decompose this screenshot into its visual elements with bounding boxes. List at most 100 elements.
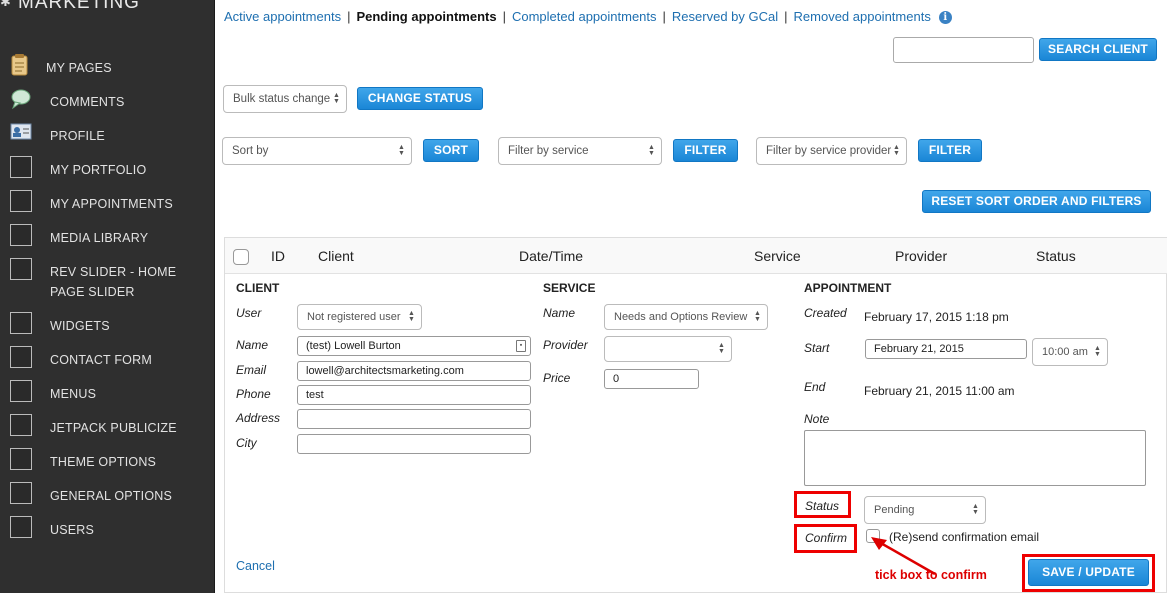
appointment-edit-panel: ID Client Date/Time Service Provider Sta… — [224, 237, 1167, 593]
sidebar-item-rev-slider[interactable]: REV SLIDER - HOME PAGE SLIDER — [0, 258, 215, 302]
tab-removed-appointments[interactable]: Removed appointments — [794, 9, 931, 24]
search-client-button[interactable]: SEARCH CLIENT — [1039, 38, 1157, 61]
client-name-input[interactable]: (test) Lowell Burton ▪ — [297, 336, 531, 356]
client-phone-input[interactable]: test — [297, 385, 531, 405]
note-textarea[interactable] — [804, 430, 1146, 486]
sidebar-item-label: COMMENTS — [50, 95, 125, 109]
client-name-value: (test) Lowell Burton — [306, 340, 401, 352]
column-date-time[interactable]: Date/Time — [519, 248, 583, 264]
sidebar-item-users[interactable]: USERS — [0, 516, 215, 540]
user-select[interactable]: Not registered user ▲ ▼ — [297, 304, 422, 330]
column-status[interactable]: Status — [1036, 248, 1076, 264]
sidebar-item-label: GENERAL OPTIONS — [50, 489, 173, 503]
bulk-status-select[interactable]: Bulk status change ▲ ▼ — [223, 85, 347, 113]
user-select-value: Not registered user — [307, 311, 401, 323]
service-name-select-value: Needs and Options Review — [614, 311, 748, 323]
sidebar-item-my-portfolio[interactable]: MY PORTFOLIO — [0, 156, 215, 180]
filter-by-provider-select[interactable]: Filter by service provider ▲ ▼ — [756, 137, 907, 165]
sidebar-item-widgets[interactable]: WIDGETS — [0, 312, 215, 336]
info-icon[interactable]: i — [938, 11, 952, 24]
sidebar-item-label: WIDGETS — [50, 319, 110, 333]
filter-service-button[interactable]: FILTER — [673, 139, 738, 162]
sidebar-item-profile[interactable]: PROFILE — [0, 122, 215, 146]
placeholder-icon — [10, 312, 32, 334]
start-time-select[interactable]: 10:00 am ▲ ▼ — [1032, 338, 1108, 366]
sidebar-item-comments[interactable]: COMMENTS — [0, 88, 215, 112]
column-client[interactable]: Client — [318, 248, 354, 264]
sidebar-item-label: MY PORTFOLIO — [50, 163, 147, 177]
select-arrows-icon: ▲ ▼ — [893, 144, 900, 157]
created-label: Created — [804, 306, 847, 320]
confirm-highlight-box — [794, 524, 857, 553]
placeholder-icon — [10, 380, 32, 402]
brand-title: MARKETING — [18, 0, 140, 13]
end-value: February 21, 2015 11:00 am — [864, 384, 1015, 398]
status-highlight-box — [794, 491, 851, 518]
client-email-input[interactable]: lowell@architectsmarketing.com — [297, 361, 531, 381]
tab-separator: | — [662, 9, 666, 24]
notepad-icon — [10, 54, 32, 76]
sort-by-select-value: Sort by — [232, 145, 269, 157]
table-header: ID Client Date/Time Service Provider Sta… — [225, 238, 1167, 274]
search-client-input[interactable] — [893, 37, 1034, 63]
sidebar-item-label: JETPACK PUBLICIZE — [50, 421, 177, 435]
sidebar-item-my-appointments[interactable]: MY APPOINTMENTS — [0, 190, 215, 214]
start-time-select-value: 10:00 am — [1042, 346, 1088, 358]
sidebar-item-media-library[interactable]: MEDIA LIBRARY — [0, 224, 215, 248]
sort-button[interactable]: SORT — [423, 139, 479, 162]
note-label: Note — [804, 412, 830, 426]
select-arrows-icon: ▲ ▼ — [398, 144, 405, 157]
phone-label: Phone — [236, 387, 271, 401]
filter-provider-button[interactable]: FILTER — [918, 139, 982, 162]
sidebar-item-my-pages[interactable]: MY PAGES — [0, 54, 215, 78]
appointment-tabs: Active appointments | Pending appointments… — [224, 9, 952, 24]
appointment-section-title: APPOINTMENT — [804, 281, 892, 295]
save-update-button[interactable]: SAVE / UPDATE — [1028, 559, 1149, 586]
address-label: Address — [236, 411, 281, 425]
name-label: Name — [236, 338, 269, 352]
column-service[interactable]: Service — [754, 248, 801, 264]
sidebar-item-label: MENUS — [50, 387, 97, 401]
column-id[interactable]: ID — [271, 248, 285, 264]
tab-completed-appointments[interactable]: Completed appointments — [512, 9, 657, 24]
filter-by-service-select-value: Filter by service — [508, 145, 589, 157]
placeholder-icon — [10, 414, 32, 436]
select-arrows-icon: ▲ ▼ — [972, 503, 979, 516]
sidebar-item-contact-form[interactable]: CONTACT FORM — [0, 346, 215, 370]
price-input[interactable]: 0 — [604, 369, 699, 389]
profile-card-icon — [10, 122, 32, 144]
change-status-button[interactable]: CHANGE STATUS — [357, 87, 483, 110]
tab-reserved-by-gcal[interactable]: Reserved by GCal — [672, 9, 778, 24]
provider-select[interactable]: ▲ ▼ — [604, 336, 732, 362]
sort-by-select[interactable]: Sort by ▲ ▼ — [222, 137, 412, 165]
cancel-link[interactable]: Cancel — [236, 559, 275, 573]
gear-icon: ✱ — [0, 0, 11, 9]
column-provider[interactable]: Provider — [895, 248, 947, 264]
contact-card-icon[interactable]: ▪ — [516, 340, 526, 352]
client-section-title: CLIENT — [236, 281, 280, 295]
client-address-input[interactable] — [297, 409, 531, 429]
status-select[interactable]: Pending ▲ ▼ — [864, 496, 986, 524]
client-city-input[interactable] — [297, 434, 531, 454]
created-value: February 17, 2015 1:18 pm — [864, 310, 1009, 324]
filter-by-service-select[interactable]: Filter by service ▲ ▼ — [498, 137, 662, 165]
reset-sort-filters-button[interactable]: RESET SORT ORDER AND FILTERS — [922, 190, 1151, 213]
select-arrows-icon: ▲ ▼ — [333, 92, 340, 105]
start-date-input[interactable]: February 21, 2015 — [865, 339, 1027, 359]
sidebar-item-label: CONTACT FORM — [50, 353, 152, 367]
sidebar-item-label: PROFILE — [50, 129, 105, 143]
sidebar-item-theme-options[interactable]: THEME OPTIONS — [0, 448, 215, 472]
select-all-checkbox[interactable] — [233, 249, 249, 265]
admin-sidebar: ✱ MARKETING MY PAGES COMMENTS PROFILE MY… — [0, 0, 215, 593]
sidebar-item-label: MEDIA LIBRARY — [50, 231, 149, 245]
sidebar-item-menus[interactable]: MENUS — [0, 380, 215, 404]
sidebar-item-jetpack-publicize[interactable]: JETPACK PUBLICIZE — [0, 414, 215, 438]
sidebar-item-label: MY PAGES — [46, 61, 112, 75]
service-name-select[interactable]: Needs and Options Review ▲ ▼ — [604, 304, 768, 330]
tab-active-appointments[interactable]: Active appointments — [224, 9, 341, 24]
placeholder-icon — [10, 516, 32, 538]
tab-pending-appointments[interactable]: Pending appointments — [356, 9, 496, 24]
sidebar-item-general-options[interactable]: GENERAL OPTIONS — [0, 482, 215, 506]
end-label: End — [804, 380, 826, 394]
placeholder-icon — [10, 258, 32, 280]
